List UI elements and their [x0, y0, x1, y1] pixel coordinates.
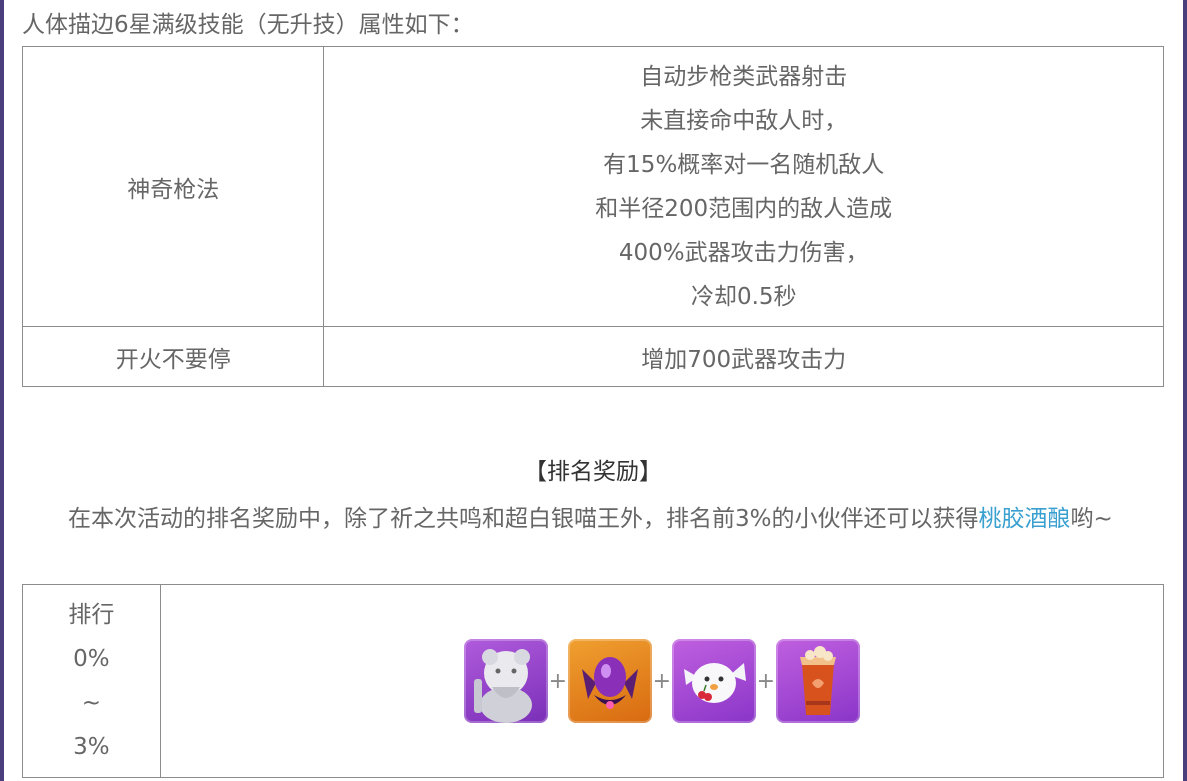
skill-description: 增加700武器攻击力 — [323, 326, 1164, 387]
intro-text: 人体描边6星满级技能（无升技）属性如下： — [22, 12, 474, 38]
skills-table: 神奇枪法 自动步枪类武器射击 未直接命中敌人时， 有15%概率对一名随机敌人 和… — [21, 46, 1164, 387]
description-line: 冷却0.5秒 — [690, 283, 797, 310]
ranking-paragraph: 在本次活动的排名奖励中，除了祈之共鸣和超白银喵王外，排名前3%的小伙伴还可以获得… — [22, 499, 1164, 539]
white-bird-with-cherry-icon[interactable] — [671, 639, 756, 723]
reward-items-cell: + + + — [159, 584, 1165, 778]
description-line: 未直接命中敌人时， — [640, 107, 848, 134]
paragraph-suffix: 哟~ — [1070, 506, 1113, 532]
rank-start: 0% — [73, 646, 110, 672]
rank-label: 排行 — [68, 602, 115, 628]
table-row: 排行 0% ~ 3% + + + — [22, 584, 1165, 778]
reward-items: + + + — [161, 639, 1163, 723]
skill-description: 自动步枪类武器射击 未直接命中敌人时， 有15%概率对一名随机敌人 和半径200… — [323, 46, 1164, 327]
reward-link[interactable]: 桃胶酒酿 — [979, 506, 1071, 532]
description-line: 有15%概率对一名随机敌人 — [603, 151, 885, 178]
rank-tilde: ~ — [81, 690, 101, 716]
plus-separator: + — [756, 668, 776, 694]
frame-left-border — [0, 0, 4, 781]
description-line: 自动步枪类武器射击 — [640, 63, 848, 90]
rewards-table: 排行 0% ~ 3% + + + — [22, 584, 1165, 778]
peach-drink-cup-icon[interactable] — [775, 639, 860, 723]
paragraph-text: 在本次活动的排名奖励中，除了祈之共鸣和超白银喵王外，排名前3%的小伙伴还可以获得 — [68, 506, 979, 532]
description-line: 和半径200范围内的敌人造成 — [595, 195, 893, 222]
frame-right-border — [1183, 0, 1187, 781]
purple-gem-crest-icon[interactable] — [567, 639, 652, 723]
table-row: 神奇枪法 自动步枪类武器射击 未直接命中敌人时， 有15%概率对一名随机敌人 和… — [21, 46, 1164, 327]
skill-name: 神奇枪法 — [21, 46, 325, 327]
description-line: 400%武器攻击力伤害， — [618, 239, 869, 266]
plus-separator: + — [548, 668, 568, 694]
rank-end: 3% — [73, 734, 110, 760]
plus-separator: + — [652, 668, 672, 694]
white-statue-figure-icon[interactable] — [463, 639, 548, 723]
rank-range-cell: 排行 0% ~ 3% — [22, 584, 161, 778]
skill-name: 开火不要停 — [21, 326, 325, 387]
ranking-title: 【排名奖励】 — [524, 459, 662, 485]
table-row: 开火不要停 增加700武器攻击力 — [21, 326, 1164, 387]
